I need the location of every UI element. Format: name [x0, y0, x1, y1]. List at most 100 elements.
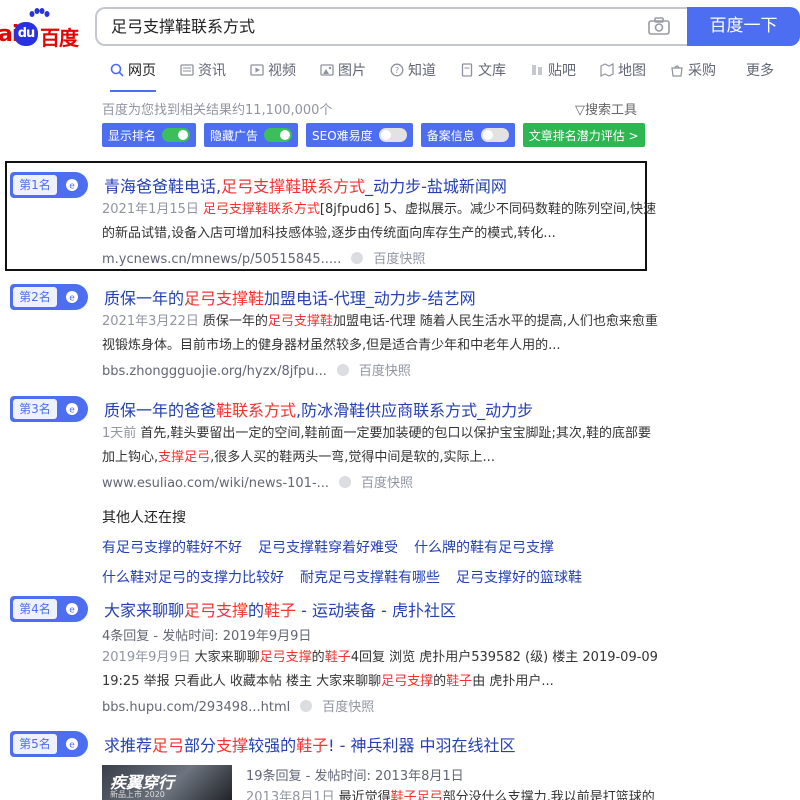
title-part: 较强的	[248, 736, 297, 755]
tab-label: 地图	[618, 63, 646, 79]
title-part: ! - 神兵利器 中羽在线社区	[328, 736, 516, 755]
tab-tieba[interactable]: 贴吧	[530, 58, 576, 82]
related-link[interactable]: 足弓支撑鞋穿着好难受	[258, 537, 398, 557]
rank-badge: 第5名 e	[10, 731, 88, 757]
snapshot-link[interactable]: 百度快照	[361, 476, 413, 491]
result-url-row: www.esuliao.com/wiki/news-101-... 百度快照	[102, 472, 413, 491]
search-button[interactable]: 百度一下	[687, 7, 800, 46]
rank-badge: 第4名 e	[10, 596, 88, 622]
tab-purchase[interactable]: 采购	[670, 58, 716, 82]
tab-web[interactable]: 网页	[110, 58, 156, 92]
logo-text-du: du	[14, 22, 38, 46]
result-abstract: 2021年1月15日 足弓支撑鞋联系方式[8jfpud6] 5、虚拟展示。减少不同…	[102, 198, 664, 246]
switch-on[interactable]	[162, 128, 191, 142]
document-icon	[461, 63, 473, 77]
news-icon	[180, 64, 194, 76]
dropdown-icon[interactable]	[339, 476, 352, 488]
abstract-text: 部分没什么支撑力,我以前是打篮球的	[442, 790, 655, 800]
tab-zhidao[interactable]: ? 知道	[390, 58, 436, 82]
related-link[interactable]: 耐克足弓支撑鞋有哪些	[300, 567, 440, 587]
related-link[interactable]: 什么鞋对足弓的支撑力比较好	[102, 567, 284, 587]
svg-text:e: e	[69, 182, 75, 192]
title-part: 加盟电话-代理_动力步-结艺网	[264, 289, 476, 308]
title-part: 部分	[184, 736, 217, 755]
result-url[interactable]: bbs.zhonggguojie.org/hyzx/8jfpu...	[102, 364, 327, 379]
abstract-text: 的	[433, 674, 447, 689]
result-date: 2013年8月1日	[246, 790, 335, 800]
tab-news[interactable]: 资讯	[180, 58, 226, 82]
abstract-keyword: 鞋子	[446, 674, 473, 689]
abstract-keyword: 鞋子	[324, 650, 351, 665]
title-part: 质保一年的	[104, 289, 185, 308]
snapshot-link[interactable]: 百度快照	[373, 252, 425, 267]
image-icon	[320, 64, 334, 76]
tab-images[interactable]: 图片	[320, 58, 366, 82]
snapshot-link[interactable]: 百度快照	[322, 700, 374, 715]
toggle-label: 显示排名	[108, 128, 157, 143]
result-url[interactable]: m.ycnews.cn/mnews/p/50515845.....	[102, 252, 341, 267]
toggle-seo-difficulty[interactable]: SEO难易度	[306, 123, 413, 147]
switch-off[interactable]	[378, 128, 407, 142]
search-tabs: 网页 资讯 视频 图片 ? 知道 文库 贴吧 地图 采购 更多	[110, 58, 798, 92]
abstract-text: 大家来聊聊	[194, 650, 260, 665]
result-title[interactable]: 质保一年的爸爸鞋联系方式,防冰滑鞋供应商联系方式_动力步	[104, 397, 533, 421]
abstract-keyword: 足弓支撑鞋	[267, 314, 333, 329]
rank-label: 第2名	[13, 287, 57, 307]
abstract-keyword: 足弓支撑	[381, 674, 434, 689]
tab-map[interactable]: 地图	[600, 58, 646, 82]
result-url[interactable]: www.esuliao.com/wiki/news-101-...	[102, 476, 329, 491]
svg-text:?: ?	[395, 66, 399, 75]
result-title[interactable]: 求推荐足弓部分支撑较强的鞋子! - 神兵利器 中羽在线社区	[104, 732, 516, 756]
title-keyword: 足弓	[152, 736, 185, 755]
video-icon	[250, 64, 264, 76]
result-date: 1天前	[102, 426, 137, 441]
related-row: 什么鞋对足弓的支撑力比较好 耐克足弓支撑鞋有哪些 足弓支撑好的篮球鞋	[102, 567, 622, 587]
related-link[interactable]: 有足弓支撑的鞋好不好	[102, 537, 242, 557]
toggle-label: 备案信息	[426, 128, 475, 143]
result-url[interactable]: bbs.hupu.com/293498...html	[102, 700, 290, 715]
related-searches-title: 其他人还在搜	[102, 510, 186, 526]
dropdown-icon[interactable]	[336, 364, 349, 376]
abstract-text: 的	[311, 650, 325, 665]
title-part: 求推荐	[104, 736, 153, 755]
abstract-keyword: 支撑足弓	[158, 450, 211, 465]
result-thumbnail[interactable]: 疾翼穿行 新品上市 2020	[102, 765, 232, 800]
search-tools-label: 搜索工具	[585, 103, 638, 118]
search-input[interactable]: 足弓支撑鞋联系方式	[95, 7, 689, 46]
result-abstract: 1天前 首先,鞋头要留出一定的空间,鞋前面一定要加装硬的包口以保护宝宝脚趾;其次,…	[102, 422, 664, 470]
rank-label: 第4名	[13, 599, 57, 619]
related-link[interactable]: 足弓支撑好的篮球鞋	[456, 567, 582, 587]
tab-video[interactable]: 视频	[250, 58, 296, 82]
snapshot-link[interactable]: 百度快照	[359, 364, 411, 379]
result-count: 百度为您找到相关结果约11,100,000个	[102, 103, 333, 118]
rank-badge: 第1名 e	[10, 172, 88, 198]
related-link[interactable]: 什么牌的鞋有足弓支撑	[414, 537, 554, 557]
camera-icon[interactable]	[648, 17, 670, 35]
result-title[interactable]: 青海爸爸鞋电话,足弓支撑鞋联系方式_动力步-盐城新闻网	[104, 173, 507, 197]
switch-off[interactable]	[480, 128, 509, 142]
tab-wenku[interactable]: 文库	[460, 58, 506, 82]
toggle-icp-info[interactable]: 备案信息	[420, 123, 515, 147]
tab-label: 网页	[128, 63, 156, 79]
toggle-label: SEO难易度	[312, 128, 373, 143]
rank-label: 第3名	[13, 399, 57, 419]
rank-link-icon: e	[66, 179, 78, 192]
dropdown-icon[interactable]	[351, 252, 364, 264]
article-rank-evaluation-button[interactable]: 文章排名潜力评估 >	[522, 123, 645, 147]
rank-link-icon: e	[66, 738, 78, 751]
toggle-hide-ads[interactable]: 隐藏广告	[204, 123, 299, 147]
tab-label: 采购	[688, 63, 716, 79]
search-tools-button[interactable]: ▽搜索工具	[575, 99, 637, 118]
abstract-text: ,很多人买的鞋两头一弯,觉得中间是软的,实际上...	[210, 450, 495, 465]
title-keyword: 鞋子	[264, 601, 297, 620]
result-url-row: m.ycnews.cn/mnews/p/50515845..... 百度快照	[102, 248, 425, 267]
tab-more[interactable]: 更多	[746, 58, 774, 82]
rank-badge: 第3名 e	[10, 396, 88, 422]
result-title[interactable]: 大家来聊聊足弓支撑的鞋子 - 运动装备 - 虎扑社区	[104, 597, 456, 621]
dropdown-icon[interactable]	[300, 700, 313, 712]
svg-text:e: e	[69, 741, 75, 751]
result-title[interactable]: 质保一年的足弓支撑鞋加盟电话-代理_动力步-结艺网	[104, 285, 476, 309]
toggle-show-rank[interactable]: 显示排名	[102, 123, 197, 147]
baidu-logo[interactable]: ai du 百度	[0, 8, 82, 50]
switch-on[interactable]	[264, 128, 293, 142]
